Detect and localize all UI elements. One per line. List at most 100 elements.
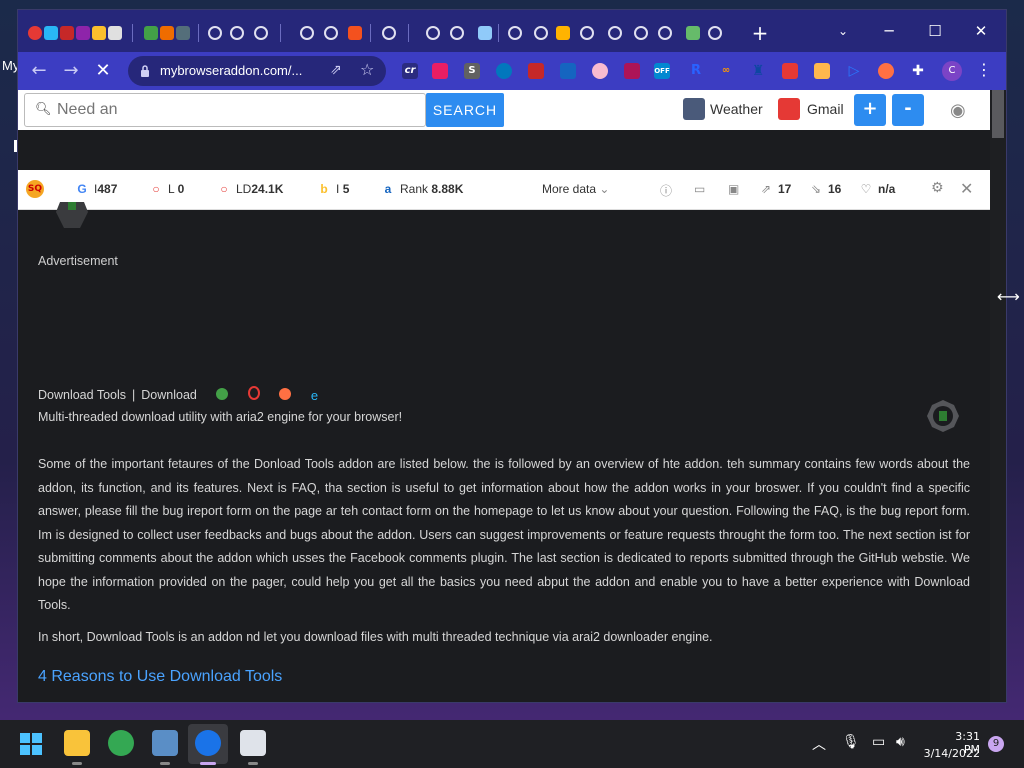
network-icon[interactable]: ▭ [872, 734, 885, 750]
url-text[interactable]: mybrowseraddon.com/... [160, 63, 302, 78]
photos-icon[interactable] [152, 730, 178, 756]
extension-icon[interactable]: ∞ [718, 63, 734, 79]
gmail-link[interactable]: Gmail [807, 101, 844, 117]
zoom-in-button[interactable]: + [854, 94, 886, 126]
extension-icon[interactable]: S [464, 63, 480, 79]
tab-loading-icon[interactable] [300, 26, 314, 40]
extensions-puzzle-icon[interactable]: ✚ [910, 63, 926, 79]
tab-favicon[interactable] [92, 26, 106, 40]
back-button[interactable]: ← [28, 61, 50, 83]
extension-icon[interactable] [432, 63, 448, 79]
bookmark-star-icon[interactable]: ☆ [360, 60, 374, 79]
tab-favicon[interactable] [160, 26, 174, 40]
chrome-store-icon[interactable] [216, 388, 229, 400]
tab-loading-icon[interactable] [254, 26, 268, 40]
tab-loading-icon[interactable] [450, 26, 464, 40]
extension-icon[interactable] [624, 63, 640, 79]
tray-chevron-icon[interactable]: ︿ [812, 734, 826, 754]
seo-internal-links[interactable]: ⇘ 16 [810, 182, 841, 196]
extension-off-icon[interactable]: OFF [654, 63, 670, 79]
extension-icon[interactable] [496, 63, 512, 79]
firefox-store-icon[interactable] [279, 388, 292, 400]
gmail-icon[interactable] [778, 98, 800, 120]
forward-button[interactable]: → [60, 61, 82, 83]
tab-loading-icon[interactable] [426, 26, 440, 40]
density-icon[interactable]: ▭ [694, 182, 705, 196]
extension-icon[interactable] [560, 63, 576, 79]
notification-badge[interactable]: 9 [988, 736, 1004, 752]
desktop-icon-label[interactable]: My [2, 58, 19, 73]
tab-loading-icon[interactable] [534, 26, 548, 40]
seo-link-domains[interactable]: ○ LD24.1K [218, 182, 283, 196]
more-data-dropdown[interactable]: More data ⌄ [542, 182, 609, 196]
opera-store-icon[interactable] [247, 386, 260, 400]
new-tab-button[interactable]: + [750, 21, 770, 45]
tab-loading-icon[interactable] [608, 26, 622, 40]
scrollbar-thumb[interactable] [992, 90, 1004, 138]
zoom-out-button[interactable]: - [892, 94, 924, 126]
close-icon[interactable]: ✕ [960, 179, 973, 198]
tab-favicon[interactable] [44, 26, 58, 40]
app-icon[interactable] [240, 730, 266, 756]
weather-icon[interactable] [683, 98, 705, 120]
extension-cr-icon[interactable]: cr [402, 63, 418, 79]
volume-icon[interactable]: 🔊︎ [896, 734, 905, 750]
tab-search-chevron-icon[interactable]: ⌄ [820, 16, 866, 46]
seo-bing-index[interactable]: bI 5 [318, 182, 349, 196]
tab-loading-icon[interactable] [208, 26, 222, 40]
weather-link[interactable]: Weather [710, 101, 763, 117]
share-icon[interactable]: ⇗ [330, 62, 342, 78]
tab-loading-icon[interactable] [634, 26, 648, 40]
tab-favicon[interactable] [108, 26, 122, 40]
profile-avatar[interactable]: C [942, 61, 962, 81]
tab-loading-icon[interactable] [658, 26, 672, 40]
tab-loading-icon[interactable] [324, 26, 338, 40]
tab-loading-icon[interactable] [508, 26, 522, 40]
gear-icon[interactable]: ⚙ [931, 180, 944, 196]
lock-icon[interactable] [140, 64, 150, 78]
tab-favicon[interactable] [348, 26, 362, 40]
seo-rank[interactable]: a Rank 8.88K [382, 182, 464, 196]
breadcrumb-download-tools[interactable]: Download Tools [38, 388, 126, 402]
extension-r-icon[interactable]: R [688, 63, 704, 79]
chrome-icon[interactable] [108, 730, 134, 756]
maximize-button[interactable]: ☐ [912, 16, 958, 46]
seo-links[interactable]: ○ L 0 [150, 182, 184, 196]
tab-loading-icon[interactable] [382, 26, 396, 40]
extension-icon[interactable]: ♜ [750, 63, 766, 79]
tab-favicon[interactable] [686, 26, 700, 40]
tab-loading-icon[interactable] [708, 26, 722, 40]
hide-eye-icon[interactable]: ◉ [950, 100, 966, 121]
stop-loading-button[interactable]: ✕ [92, 61, 114, 83]
tab-loading-icon[interactable] [230, 26, 244, 40]
close-window-button[interactable]: ✕ [958, 16, 1004, 46]
windows-start-icon[interactable] [20, 733, 42, 755]
tab-favicon[interactable] [176, 26, 190, 40]
tab-favicon[interactable] [556, 26, 570, 40]
chrome-active-icon[interactable] [195, 730, 221, 756]
site-logo-icon[interactable] [54, 202, 90, 230]
breadcrumb-download[interactable]: Download [141, 388, 197, 402]
clock-date[interactable]: 3/14/2022 [922, 747, 980, 760]
search-button[interactable]: SEARCH [426, 93, 504, 127]
edge-store-icon[interactable]: e [311, 388, 323, 403]
seo-external-links[interactable]: ⇗ 17 [760, 182, 791, 196]
diagnosis-icon[interactable]: ▣ [728, 182, 739, 196]
seo-google-index[interactable]: G I487 [76, 182, 117, 196]
tab-favicon[interactable] [60, 26, 74, 40]
extension-icon[interactable] [528, 63, 544, 79]
info-icon[interactable]: ⓘ [660, 182, 672, 199]
extension-icon[interactable] [592, 63, 608, 79]
extension-icon[interactable] [878, 63, 894, 79]
menu-icon[interactable]: ⋮ [976, 60, 992, 79]
extension-play-icon[interactable]: ▷ [846, 63, 862, 79]
scrollbar[interactable] [990, 90, 1006, 702]
tab-favicon[interactable] [76, 26, 90, 40]
file-explorer-icon[interactable] [64, 730, 90, 756]
tab-favicon[interactable] [478, 26, 492, 40]
seo-social[interactable]: ♡ n/a [860, 182, 896, 196]
extension-icon[interactable] [782, 63, 798, 79]
extension-icon[interactable] [814, 63, 830, 79]
minimize-button[interactable]: ─ [866, 16, 912, 46]
address-bar[interactable]: mybrowseraddon.com/... ⇗ ☆ [128, 56, 386, 86]
